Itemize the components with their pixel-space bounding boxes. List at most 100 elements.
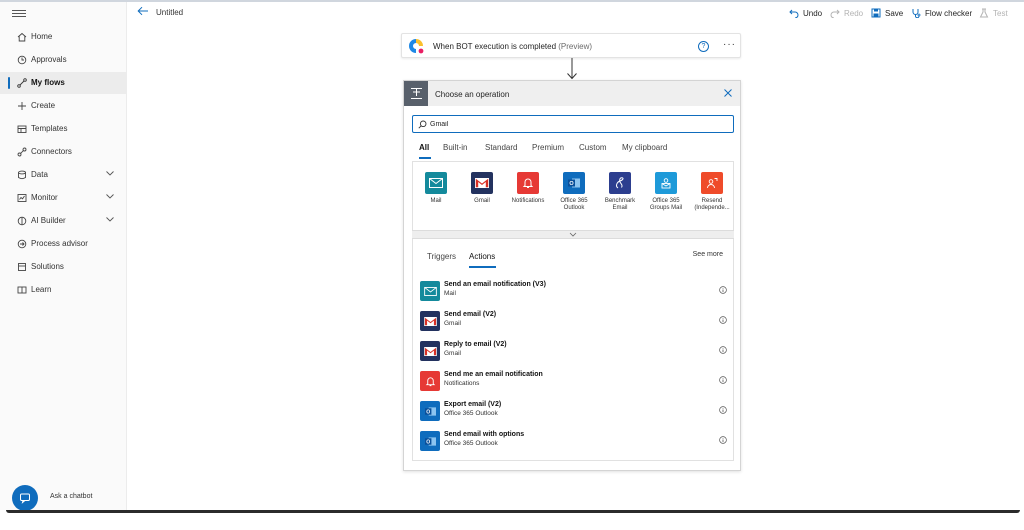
undo-button[interactable]: Undo bbox=[789, 7, 822, 19]
sidebar-item-label: Templates bbox=[31, 124, 68, 133]
save-label: Save bbox=[885, 8, 904, 18]
action-connector: Gmail bbox=[444, 320, 461, 327]
approvals-icon bbox=[16, 54, 27, 65]
chevron-down-icon[interactable] bbox=[105, 168, 115, 178]
sidebar-item-solutions[interactable]: Solutions bbox=[0, 256, 127, 278]
sidebar-item-data[interactable]: Data bbox=[0, 164, 127, 186]
test-button[interactable]: Test bbox=[979, 7, 1008, 19]
action-name: Send email (V2) bbox=[444, 311, 497, 318]
chatbot-button[interactable] bbox=[12, 485, 38, 511]
flow-connector-arrow bbox=[567, 58, 577, 80]
action-name: Reply to email (V2) bbox=[444, 341, 507, 348]
action-name: Send me an email notification bbox=[444, 371, 543, 378]
plus-icon bbox=[16, 100, 27, 111]
panel-title: Choose an operation bbox=[435, 90, 510, 99]
sidebar-item-label: Connectors bbox=[31, 147, 72, 156]
help-icon[interactable]: ? bbox=[698, 41, 709, 52]
flow-checker-button[interactable]: Flow checker bbox=[911, 7, 972, 19]
action-item[interactable]: Send me an email notification Notificati… bbox=[413, 367, 733, 395]
sidebar-item-process-advisor[interactable]: Process advisor bbox=[0, 233, 127, 255]
tab-my-clipboard[interactable]: My clipboard bbox=[622, 143, 667, 152]
tab-standard[interactable]: Standard bbox=[485, 143, 517, 152]
svg-text:O: O bbox=[569, 181, 574, 187]
gmail-icon bbox=[420, 311, 440, 331]
close-icon[interactable] bbox=[723, 88, 733, 98]
sidebar-item-create[interactable]: Create bbox=[0, 95, 127, 117]
actions-section: Triggers Actions See more Send an email … bbox=[412, 239, 734, 461]
tab-all[interactable]: All bbox=[419, 143, 432, 159]
sidebar-item-approvals[interactable]: Approvals bbox=[0, 49, 127, 71]
info-icon[interactable] bbox=[719, 286, 727, 294]
connector-resend[interactable]: Resend (Independe... bbox=[691, 172, 733, 212]
chevron-down-icon[interactable] bbox=[105, 214, 115, 224]
connector-gmail[interactable]: Gmail bbox=[461, 172, 503, 205]
connector-office-365-outlook[interactable]: O Office 365 Outlook bbox=[553, 172, 595, 212]
sidebar-item-label: My flows bbox=[31, 78, 65, 87]
action-connector: Office 365 Outlook bbox=[444, 440, 498, 447]
info-icon[interactable] bbox=[719, 346, 727, 354]
sidebar-item-label: Learn bbox=[31, 285, 52, 294]
tab-built-in[interactable]: Built-in bbox=[443, 143, 467, 152]
info-icon[interactable] bbox=[719, 316, 727, 324]
operation-icon bbox=[404, 81, 428, 106]
search-box[interactable] bbox=[412, 115, 734, 133]
action-item[interactable]: Send email (V2) Gmail bbox=[413, 307, 733, 335]
back-arrow-icon[interactable] bbox=[137, 6, 149, 16]
action-item[interactable]: O Send email with options Office 365 Out… bbox=[413, 427, 733, 455]
collapse-connectors-bar[interactable] bbox=[412, 230, 734, 239]
connector-benchmark-email[interactable]: Benchmark Email bbox=[599, 172, 641, 212]
sidebar-item-templates[interactable]: Templates bbox=[0, 118, 127, 140]
chevron-down-icon[interactable] bbox=[105, 191, 115, 201]
svg-text:O: O bbox=[426, 409, 430, 415]
see-more-link[interactable]: See more bbox=[693, 251, 723, 258]
flow-title[interactable]: Untitled bbox=[156, 8, 183, 17]
action-item[interactable]: Reply to email (V2) Gmail bbox=[413, 337, 733, 365]
sidebar: Home Approvals My flows Create Templates… bbox=[0, 2, 127, 511]
sidebar-item-learn[interactable]: Learn bbox=[0, 279, 127, 301]
redo-label: Redo bbox=[844, 8, 864, 18]
info-icon[interactable] bbox=[719, 436, 727, 444]
search-input[interactable] bbox=[430, 118, 720, 130]
connector-name: Office 365 Outlook bbox=[560, 198, 588, 211]
sidebar-item-ai-builder[interactable]: AI Builder bbox=[0, 210, 127, 232]
sidebar-item-connectors[interactable]: Connectors bbox=[0, 141, 127, 163]
tab-premium[interactable]: Premium bbox=[532, 143, 564, 152]
benchmark-icon bbox=[609, 172, 631, 194]
action-item[interactable]: Send an email notification (V3) Mail bbox=[413, 277, 733, 305]
templates-icon bbox=[16, 123, 27, 134]
hamburger-menu-icon[interactable] bbox=[12, 8, 26, 20]
flows-icon bbox=[16, 77, 27, 88]
action-connector: Mail bbox=[444, 290, 456, 297]
sidebar-item-label: Create bbox=[31, 101, 56, 110]
tab-triggers[interactable]: Triggers bbox=[427, 252, 456, 261]
sidebar-item-home[interactable]: Home bbox=[0, 26, 127, 48]
more-options-icon[interactable]: ··· bbox=[723, 39, 736, 50]
outlook-icon: O bbox=[563, 172, 585, 194]
save-button[interactable]: Save bbox=[871, 7, 903, 19]
trigger-title: When BOT execution is completed (Preview… bbox=[433, 42, 592, 51]
bell-icon bbox=[420, 371, 440, 391]
action-name: Export email (V2) bbox=[444, 401, 502, 408]
sidebar-item-my-flows[interactable]: My flows bbox=[0, 72, 127, 94]
redo-button[interactable]: Redo bbox=[830, 7, 863, 19]
connector-notifications[interactable]: Notifications bbox=[507, 172, 549, 205]
tab-actions[interactable]: Actions bbox=[469, 252, 497, 268]
connector-mail[interactable]: Mail bbox=[415, 172, 457, 205]
gmail-icon bbox=[420, 341, 440, 361]
redo-icon bbox=[830, 9, 840, 18]
action-item[interactable]: O Export email (V2) Office 365 Outlook bbox=[413, 397, 733, 425]
choose-operation-panel: Choose an operation All Built-in Standar… bbox=[403, 80, 741, 471]
action-connector: Gmail bbox=[444, 350, 461, 357]
ai-builder-icon bbox=[16, 215, 27, 226]
info-icon[interactable] bbox=[719, 406, 727, 414]
connector-office-365-groups-mail[interactable]: Office 365 Groups Mail bbox=[645, 172, 687, 212]
connector-name: Resend (Independe... bbox=[694, 198, 730, 211]
info-icon[interactable] bbox=[719, 376, 727, 384]
trigger-card[interactable]: When BOT execution is completed (Preview… bbox=[401, 33, 741, 58]
outlook-icon: O bbox=[420, 401, 440, 421]
stethoscope-icon bbox=[912, 9, 921, 18]
solutions-icon bbox=[16, 261, 27, 272]
tab-custom[interactable]: Custom bbox=[579, 143, 607, 152]
sidebar-item-label: Approvals bbox=[31, 55, 67, 64]
sidebar-item-monitor[interactable]: Monitor bbox=[0, 187, 127, 209]
